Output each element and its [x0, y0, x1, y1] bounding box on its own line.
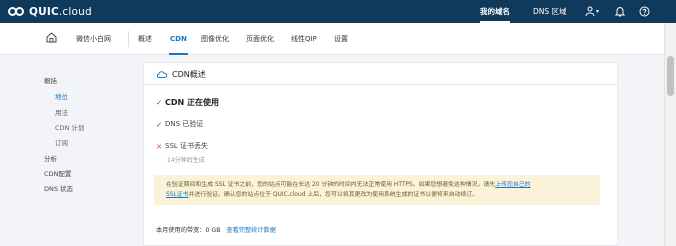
site-name[interactable]: 微信小白网: [76, 34, 111, 44]
cross-icon: ×: [156, 141, 163, 151]
tab-cdn[interactable]: CDN: [169, 23, 188, 55]
tab-settings[interactable]: 设置: [334, 23, 348, 55]
sidebar-item-status[interactable]: 地位: [55, 91, 68, 101]
cdn-status: ✓ CDN 正在使用: [156, 97, 219, 108]
dns-status-text: DNS 已验证: [165, 120, 204, 128]
scrollbar-thumb[interactable]: [667, 56, 674, 96]
sidebar-item-usage[interactable]: 用法: [55, 107, 68, 117]
sidebar-item-cdn-plan[interactable]: CDN 计划: [55, 122, 84, 132]
check-icon: ✓: [156, 119, 163, 129]
card-title: CDN概述: [172, 70, 206, 79]
user-icon: [585, 6, 595, 16]
notice-text-1: 在验证期间和生成 SSL 证书之前，您的站点可能在长达 20 分钟的时间内无法正…: [166, 182, 496, 188]
sidebar-item-cdn-config[interactable]: CDN配置: [44, 168, 71, 178]
quic-logo-icon: [8, 6, 25, 17]
tab-linear-qip[interactable]: 线性QIP: [291, 23, 317, 55]
scrollbar[interactable]: [664, 23, 676, 246]
bandwidth-usage-label: 本月使用的带宽：0 GB: [156, 227, 221, 234]
nav-dns-zones[interactable]: DNS 区域: [533, 0, 567, 23]
cdn-status-text: CDN 正在使用: [165, 98, 219, 107]
view-full-stats-link[interactable]: 查看完整统计数据: [226, 227, 276, 234]
top-bar: QUIC.cloud 我的域名 DNS 区域 ▾: [0, 0, 676, 23]
help-icon[interactable]: [638, 5, 650, 17]
quic-cloud-logo[interactable]: QUIC.cloud: [8, 5, 92, 18]
user-menu[interactable]: ▾: [582, 5, 602, 17]
ssl-cert-link[interactable]: SSL证书: [166, 192, 189, 198]
ssl-generation-note: 14分钟后生成: [167, 157, 205, 164]
tab-image-optimization[interactable]: 图像优化: [201, 23, 229, 55]
chevron-down-icon: ▾: [595, 7, 599, 15]
bandwidth-usage: 本月使用的带宽：0 GB 查看完整统计数据: [156, 225, 276, 234]
ssl-status: × SSL 证书丢失: [156, 141, 208, 151]
divider: [128, 31, 129, 47]
home-icon[interactable]: [46, 32, 57, 44]
sidebar: 概括 地位 用法 CDN 计划 订阅 分析 CDN配置 DNS 状态: [0, 55, 130, 246]
site-tab-bar: 微信小白网 概述 CDN 图像优化 页面优化 线性QIP 设置: [0, 23, 664, 55]
check-icon: ✓: [156, 98, 163, 107]
sidebar-item-subscription[interactable]: 订阅: [55, 137, 68, 147]
bell-icon[interactable]: [614, 5, 626, 17]
dns-status: ✓ DNS 已验证: [156, 119, 203, 129]
tab-page-optimization[interactable]: 页面优化: [246, 23, 274, 55]
upload-own-cert-link[interactable]: 上传您自己的: [495, 182, 530, 188]
card-header: CDN概述: [144, 63, 617, 85]
sidebar-item-analytics[interactable]: 分析: [44, 153, 57, 163]
ssl-notice: 在验证期间和生成 SSL 证书之前，您的站点可能在长达 20 分钟的时间内无法正…: [154, 175, 600, 205]
cloud-icon: [156, 71, 168, 78]
notice-text-2: 并进行验证。确认您的站点位于 QUIC.cloud 上后，您可以将其更改为使用系…: [188, 192, 479, 198]
tab-overview[interactable]: 概述: [138, 23, 152, 55]
nav-my-domains[interactable]: 我的域名: [480, 0, 510, 23]
ssl-status-text: SSL 证书丢失: [165, 142, 209, 150]
brand-name: QUIC.cloud: [29, 5, 92, 18]
sidebar-item-dns-status[interactable]: DNS 状态: [44, 183, 73, 193]
cdn-overview-card: CDN概述 ✓ CDN 正在使用 ✓ DNS 已验证 × SSL 证书丢失 14…: [143, 62, 618, 246]
sidebar-item-summary[interactable]: 概括: [44, 75, 57, 85]
